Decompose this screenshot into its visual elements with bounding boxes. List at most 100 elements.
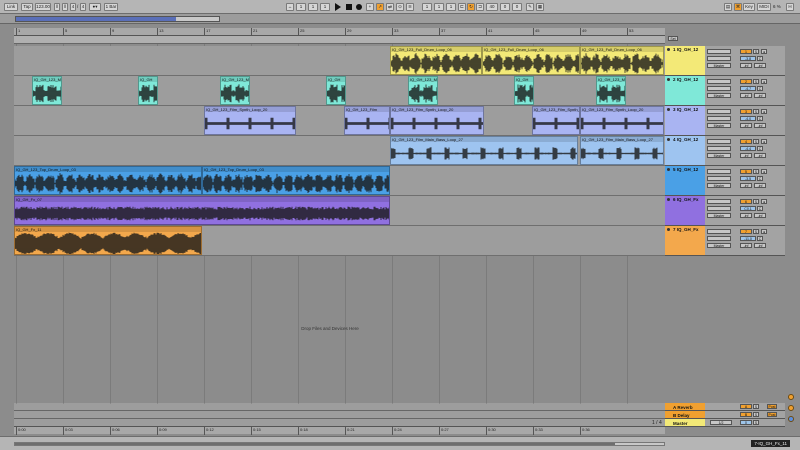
- midi-map-button[interactable]: MIDI: [757, 3, 771, 11]
- metronome-icon[interactable]: ●▾: [89, 3, 101, 11]
- output-routing[interactable]: Master: [707, 63, 731, 68]
- link-button[interactable]: Link: [4, 3, 18, 11]
- send-b[interactable]: -inf: [754, 183, 766, 188]
- send-b[interactable]: -inf: [754, 213, 766, 218]
- track-activator[interactable]: 2: [740, 79, 752, 84]
- send-a[interactable]: -inf: [740, 93, 752, 98]
- back-to-arrangement-icon[interactable]: [788, 405, 794, 411]
- audio-clip[interactable]: IQ_GH_123_Film_Main_Bass_Loop_27: [580, 136, 664, 165]
- loop-start-bar[interactable]: 1: [422, 3, 432, 11]
- input-type[interactable]: [707, 139, 731, 144]
- draw-mode-icon[interactable]: ✎: [526, 3, 534, 11]
- loop-switch-icon[interactable]: ↻: [467, 3, 475, 11]
- track-activator[interactable]: 4: [740, 139, 752, 144]
- pan-knob[interactable]: C: [757, 176, 763, 181]
- volume-field[interactable]: -4.7: [740, 86, 756, 91]
- arm-icon[interactable]: ●: [761, 109, 767, 114]
- automation-arm-icon[interactable]: ↗: [376, 3, 384, 11]
- pan-knob[interactable]: C: [757, 236, 763, 241]
- track-header-7[interactable]: 7 IQ_GH_Fx: [665, 226, 705, 256]
- input-channel[interactable]: [707, 56, 731, 61]
- volume-field[interactable]: -3.8: [740, 56, 756, 61]
- record-icon[interactable]: [356, 4, 362, 10]
- return-a-post[interactable]: Post: [767, 404, 777, 409]
- arm-icon[interactable]: ●: [761, 199, 767, 204]
- audio-clip[interactable]: IQ_GH_123_Film_Synth_Loop_20: [204, 106, 296, 135]
- input-channel[interactable]: [707, 146, 731, 151]
- audio-clip[interactable]: IQ_GH_123_M: [32, 76, 62, 105]
- pan-knob[interactable]: C: [757, 56, 763, 61]
- scroll-thumb[interactable]: [15, 443, 615, 445]
- audio-clip[interactable]: IQ_GH_123_Film_Main_Bass_Loop_27: [390, 136, 578, 165]
- track-lane-3[interactable]: IQ_GH_123_Film_Synth_Loop_20 IQ_GH_123_Fi…: [14, 106, 665, 136]
- loop-start-sixteenth[interactable]: 1: [446, 3, 456, 11]
- tempo-field[interactable]: 123.00: [35, 3, 51, 11]
- track-lane-4[interactable]: IQ_GH_123_Film_Main_Bass_Loop_27 IQ_GH_12…: [14, 136, 665, 166]
- audio-clip[interactable]: IQ_GH_123_Top_Drum_Loop_03: [14, 166, 202, 195]
- session-record-icon[interactable]: ⊙: [396, 3, 404, 11]
- solo-button[interactable]: S: [753, 169, 759, 174]
- audio-clip[interactable]: IQ_GH: [138, 76, 158, 105]
- input-type[interactable]: [707, 49, 731, 54]
- track-header-return-b[interactable]: B Delay: [665, 411, 705, 419]
- audio-clip[interactable]: IQ_GH_123_M: [408, 76, 438, 105]
- volume-field[interactable]: C0.1: [740, 206, 756, 211]
- track-activator[interactable]: 3: [740, 109, 752, 114]
- audio-clip[interactable]: IQ_GH_123_Top_Drum_Loop_03: [202, 166, 390, 195]
- audio-clip[interactable]: IQ_GH: [326, 76, 346, 105]
- audio-clip[interactable]: IQ_GH_Fx_07: [14, 196, 390, 225]
- send-a[interactable]: -inf: [740, 123, 752, 128]
- time-sig-denominator[interactable]: 4: [80, 3, 86, 11]
- return-a-activator[interactable]: A: [740, 404, 752, 409]
- punch-icon[interactable]: ⇄: [386, 3, 394, 11]
- audio-clip[interactable]: IQ_GH_123_Film_Synth_Loop_20: [532, 106, 580, 135]
- audio-clip[interactable]: IQ_GH_123_M: [596, 76, 626, 105]
- track-lane-1[interactable]: IQ_GH_123_Full_Drum_Loop_06 IQ_GH_123_Ful…: [14, 46, 665, 76]
- track-header-master[interactable]: Master: [665, 419, 705, 427]
- output-routing[interactable]: Master: [707, 243, 731, 248]
- track-header-5[interactable]: 5 IQ_GH_12: [665, 166, 705, 196]
- track-header-4[interactable]: 4 IQ_GH_12: [665, 136, 705, 166]
- solo-button[interactable]: S: [753, 139, 759, 144]
- beat-time-ruler[interactable]: 1 5 9 13 17 21 25 29 33 37 41 45 49 53: [14, 28, 665, 36]
- arrangement-record-icon[interactable]: [788, 394, 794, 400]
- track-lane-2[interactable]: IQ_GH_123_M IQ_GH IQ_GH_123_M IQ_GH IQ_GH_12…: [14, 76, 665, 106]
- keys-icon[interactable]: ▦: [536, 3, 544, 11]
- fold-icon[interactable]: [667, 108, 670, 111]
- fold-icon[interactable]: [667, 168, 670, 171]
- key-map-icon[interactable]: ⌘: [734, 3, 742, 11]
- return-lane-b[interactable]: [14, 411, 665, 419]
- output-routing[interactable]: Master: [707, 213, 731, 218]
- track-lane-5[interactable]: IQ_GH_123_Top_Drum_Loop_03 IQ_GH_123_Top_…: [14, 166, 665, 196]
- punch-in-icon[interactable]: ⊏: [458, 3, 466, 11]
- audio-clip[interactable]: IQ_GH_123_Full_Drum_Loop_06: [390, 46, 482, 75]
- fold-icon[interactable]: [667, 78, 670, 81]
- loop-length-bar[interactable]: 40: [486, 3, 498, 11]
- input-type[interactable]: [707, 169, 731, 174]
- track-header-1[interactable]: 1 IQ_GH_12: [665, 46, 705, 76]
- pan-knob[interactable]: C: [757, 86, 763, 91]
- fold-icon[interactable]: [667, 228, 670, 231]
- volume-field[interactable]: -4.0: [740, 116, 756, 121]
- return-a-solo[interactable]: S: [753, 404, 759, 409]
- input-type[interactable]: [707, 229, 731, 234]
- horizontal-scrollbar[interactable]: [14, 442, 665, 446]
- return-b-solo[interactable]: S: [753, 412, 759, 417]
- output-routing[interactable]: Master: [707, 153, 731, 158]
- solo-button[interactable]: S: [753, 49, 759, 54]
- send-a[interactable]: -inf: [740, 183, 752, 188]
- track-header-6[interactable]: 6 IQ_GH_Fx: [665, 196, 705, 226]
- solo-button[interactable]: S: [753, 229, 759, 234]
- stop-icon[interactable]: [346, 4, 352, 10]
- tempo-nudge[interactable]: ‖: [54, 3, 60, 11]
- pan-knob[interactable]: C: [757, 206, 763, 211]
- position-beat[interactable]: 1: [308, 3, 318, 11]
- output-routing[interactable]: Master: [707, 123, 731, 128]
- arm-icon[interactable]: ●: [761, 49, 767, 54]
- input-channel[interactable]: [707, 176, 731, 181]
- volume-field[interactable]: -3.5: [740, 176, 756, 181]
- play-icon[interactable]: [335, 3, 341, 11]
- input-channel[interactable]: [707, 206, 731, 211]
- master-cue-out[interactable]: 1/2: [710, 420, 732, 425]
- computer-midi-icon[interactable]: ▤: [724, 3, 732, 11]
